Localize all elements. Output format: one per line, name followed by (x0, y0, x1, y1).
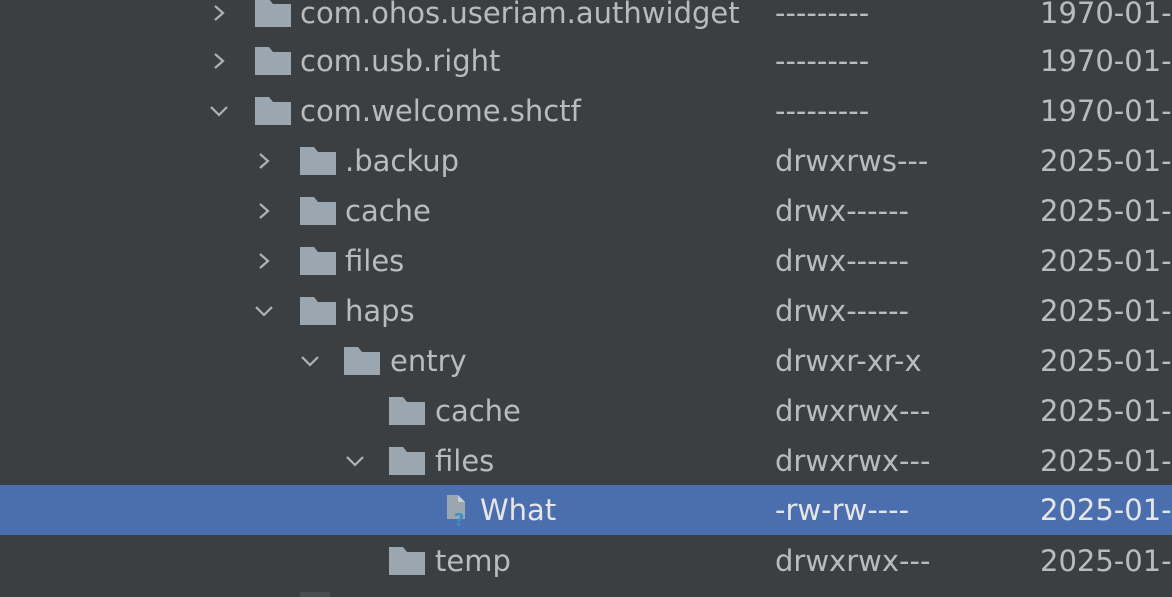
folder-icon (255, 97, 291, 125)
tree-row-permissions: drwx------ (775, 244, 909, 278)
tree-row-temp[interactable]: temp drwxrwx--- 2025-01- (0, 536, 1172, 586)
tree-row-date: 2025-01- (1040, 294, 1172, 328)
tree-row-name: files (345, 244, 405, 278)
tree-row-permissions: --------- (775, 0, 870, 30)
tree-row-date: 2025-01- (1040, 544, 1172, 578)
folder-icon (255, 0, 291, 27)
tree-row-date: 2025-01- (1040, 144, 1172, 178)
tree-row-haps[interactable]: haps drwx------ 2025-01- (0, 286, 1172, 336)
tree-row-permissions: --------- (775, 44, 870, 78)
tree-row-usb-right[interactable]: com.usb.right --------- 1970-01- (0, 36, 1172, 86)
chevron-right-icon[interactable] (209, 3, 229, 23)
tree-row-permissions: drwx------ (775, 294, 909, 328)
tree-row-authwidget[interactable]: com.ohos.useriam.authwidget --------- 19… (0, 0, 1172, 38)
tree-row-permissions: drwx------ (775, 194, 909, 228)
unknown-file-icon: ? (438, 493, 474, 531)
chevron-right-icon[interactable] (254, 251, 274, 271)
chevron-down-icon[interactable] (300, 351, 320, 371)
svg-text:?: ? (454, 510, 464, 529)
tree-row-name: com.ohos.useriam.authwidget (300, 0, 740, 30)
tree-row-date: 2025-01- (1040, 244, 1172, 278)
tree-row-permissions: -rw-rw---- (775, 493, 910, 527)
tree-row-date: 1970-01- (1040, 94, 1172, 128)
tree-row-permissions: drwxr-xr-x (775, 344, 922, 378)
tree-row-date: 2025-01- (1040, 493, 1172, 527)
tree-row-date: 1970-01- (1040, 44, 1172, 78)
folder-icon (255, 47, 291, 75)
tree-row-date: 2025-01- (1040, 444, 1172, 478)
tree-row-permissions: --------- (775, 94, 870, 128)
tree-row-what-file[interactable]: ? What -rw-rw---- 2025-01- (0, 485, 1172, 535)
tree-row-name: .backup (345, 144, 460, 178)
folder-icon (389, 547, 425, 575)
folder-icon (300, 197, 336, 225)
tree-row-name: entry (390, 344, 467, 378)
tree-row-welcome-shctf[interactable]: com.welcome.shctf --------- 1970-01- (0, 86, 1172, 136)
tree-row-name: haps (345, 294, 415, 328)
tree-row-name: temp (435, 544, 511, 578)
folder-icon (300, 147, 336, 175)
folder-icon (344, 347, 380, 375)
tree-row-date: 1970-01- (1040, 0, 1172, 30)
tree-row-entry[interactable]: entry drwxr-xr-x 2025-01- (0, 336, 1172, 386)
tree-row-permissions: drwxrwx--- (775, 544, 931, 578)
tree-row-date: 2025-01- (1040, 344, 1172, 378)
chevron-down-icon[interactable] (254, 301, 274, 321)
tree-row-backup[interactable]: .backup drwxrws--- 2025-01- (0, 136, 1172, 186)
tree-row-cache[interactable]: cache drwx------ 2025-01- (0, 186, 1172, 236)
tree-row-date: 2025-01- (1040, 394, 1172, 428)
file-tree: com.ohos.useriam.authwidget --------- 19… (0, 0, 1172, 597)
tree-row-name: cache (435, 394, 521, 428)
tree-row-entry-files[interactable]: files drwxrwx--- 2025-01- (0, 436, 1172, 486)
tree-row-permissions: drwxrws--- (775, 144, 929, 178)
tree-row-name: com.usb.right (300, 44, 501, 78)
tree-row-permissions: drwxrwx--- (775, 444, 931, 478)
tree-row-name: What (480, 493, 557, 527)
tree-row-name: cache (345, 194, 431, 228)
chevron-right-icon[interactable] (209, 51, 229, 71)
tree-row-files[interactable]: files drwx------ 2025-01- (0, 236, 1172, 286)
tree-row-name: com.welcome.shctf (300, 94, 581, 128)
folder-icon (389, 397, 425, 425)
chevron-right-icon[interactable] (254, 201, 274, 221)
chevron-down-icon[interactable] (345, 451, 365, 471)
tree-row-date: 2025-01- (1040, 194, 1172, 228)
tree-row-name: files (435, 444, 495, 478)
chevron-down-icon[interactable] (209, 101, 229, 121)
tree-row-permissions: drwxrwx--- (775, 394, 931, 428)
tree-row-entry-cache[interactable]: cache drwxrwx--- 2025-01- (0, 386, 1172, 436)
folder-icon (300, 297, 336, 325)
partial-row-edge (300, 592, 330, 597)
folder-icon (389, 447, 425, 475)
chevron-right-icon[interactable] (254, 151, 274, 171)
folder-icon (300, 247, 336, 275)
